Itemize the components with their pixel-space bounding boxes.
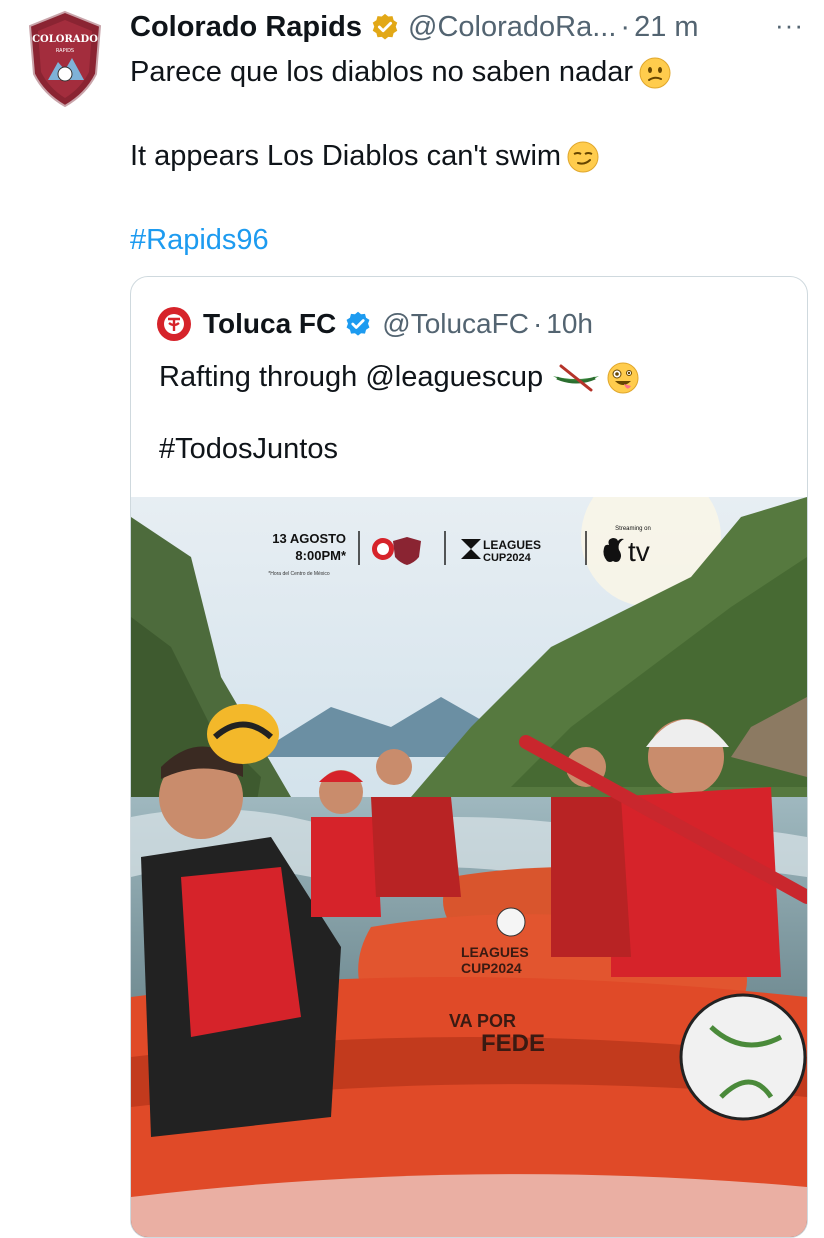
poster-footnote: *Hora del Centro de México [268,571,330,577]
tweet-timestamp[interactable]: 21 m [634,11,698,44]
tweet-text-english-content: It appears Los Diablos can't swim [130,140,562,172]
rafting-poster-image[interactable]: 13 AGOSTO 8:00PM* *Hora del Centro de Mé… [131,497,807,1237]
leagues-cup-line1: LEAGUES [483,538,541,552]
poster-date: 13 AGOSTO [272,531,346,546]
tweet-header: Colorado Rapids @ColoradoRa... · 21 m [130,6,794,48]
toluca-fc-avatar[interactable] [157,307,191,341]
author-handle[interactable]: @ColoradoRa... [408,11,616,44]
raft-text-fede: FEDE [481,1030,545,1057]
raft-text-cup: CUP2024 [461,960,522,976]
quoted-author-handle[interactable]: @TolucaFC [382,308,529,340]
verified-gold-badge-icon [372,13,398,40]
tweet-text-spanish: Parece que los diablos no saben nadar [130,52,800,92]
canoe-emoji-icon [553,364,600,392]
colorado-rapids-avatar[interactable]: COLORADO RAPIDS [26,10,104,108]
quoted-author-name[interactable]: Toluca FC [203,308,336,340]
avatar-subtitle: RAPIDS [56,48,74,54]
raft-text-leagues: LEAGUES [461,944,529,960]
author-name[interactable]: Colorado Rapids [130,11,362,44]
quoted-text: Rafting through @leaguescup [159,357,789,397]
quoted-tweet-body: Rafting through @leaguescup #TodosJuntos [159,357,789,469]
quoted-text-content: Rafting through @leaguescup [159,361,544,393]
confused-face-emoji-icon [639,57,671,89]
quoted-hashtag-text[interactable]: #TodosJuntos [159,429,789,469]
avatar-title: COLORADO [32,34,98,45]
separator-dot: · [532,308,543,339]
leagues-cup-line2: CUP2024 [483,552,532,564]
tweet-body: Parece que los diablos no saben nadar It… [130,52,800,260]
separator-dot: · [620,10,631,43]
raft-text-vapor: VA POR [449,1011,516,1031]
zany-face-emoji-icon [607,362,639,394]
hashtag-link[interactable]: #Rapids96 [130,220,800,260]
quoted-timestamp[interactable]: 10h [546,308,593,340]
more-options-icon[interactable]: ··· [775,10,804,40]
tweet-text-english: It appears Los Diablos can't swim [130,136,800,176]
verified-blue-badge-icon [346,311,370,336]
quoted-tweet-header: Toluca FC @TolucaFC · 10h [157,305,593,343]
tweet-text-spanish-content: Parece que los diablos no saben nadar [130,56,634,88]
streaming-label: Streaming on [615,526,651,532]
quoted-tweet-card[interactable]: Toluca FC @TolucaFC · 10h Rafting throug… [130,276,808,1238]
apple-tv-text: tv [628,536,650,567]
poster-time: 8:00PM* [295,548,347,563]
smirking-face-emoji-icon [567,141,599,173]
